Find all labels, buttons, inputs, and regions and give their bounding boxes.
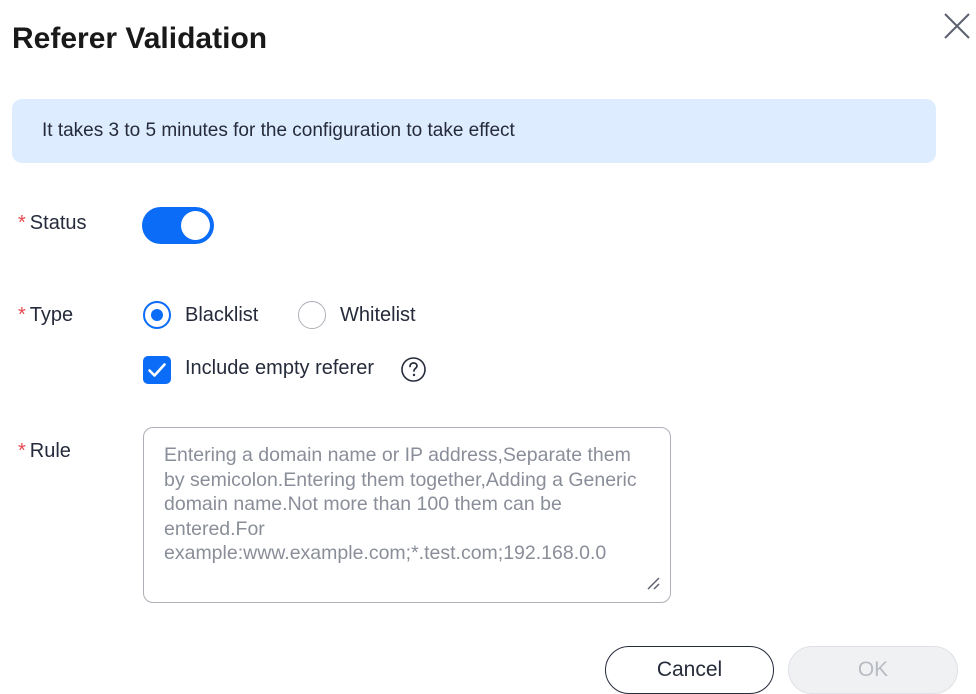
rule-label: * Rule (18, 440, 71, 462)
checkmark-icon (148, 363, 166, 377)
referer-validation-dialog: Referer Validation It takes 3 to 5 minut… (0, 0, 976, 694)
include-empty-referer-checkbox[interactable] (143, 356, 171, 384)
status-label: * Status (18, 212, 87, 234)
rule-textarea[interactable] (143, 427, 671, 603)
status-toggle[interactable] (142, 207, 214, 244)
include-empty-referer-label[interactable]: Include empty referer (185, 357, 374, 380)
required-mark: * (18, 440, 26, 462)
toggle-knob (181, 211, 210, 240)
info-notice: It takes 3 to 5 minutes for the configur… (12, 99, 936, 163)
type-label: * Type (18, 304, 74, 326)
radio-whitelist-label[interactable]: Whitelist (340, 304, 416, 327)
radio-whitelist[interactable] (298, 301, 326, 329)
question-circle-icon[interactable] (400, 356, 427, 383)
resize-handle-icon[interactable] (645, 575, 661, 591)
required-mark: * (18, 304, 26, 326)
required-mark: * (18, 212, 26, 234)
radio-dot (151, 309, 163, 321)
cancel-button[interactable]: Cancel (605, 646, 774, 694)
close-icon[interactable] (940, 9, 974, 43)
radio-blacklist-label[interactable]: Blacklist (185, 304, 258, 327)
dialog-title: Referer Validation (12, 22, 268, 55)
ok-button[interactable]: OK (788, 646, 958, 694)
radio-blacklist[interactable] (143, 301, 171, 329)
